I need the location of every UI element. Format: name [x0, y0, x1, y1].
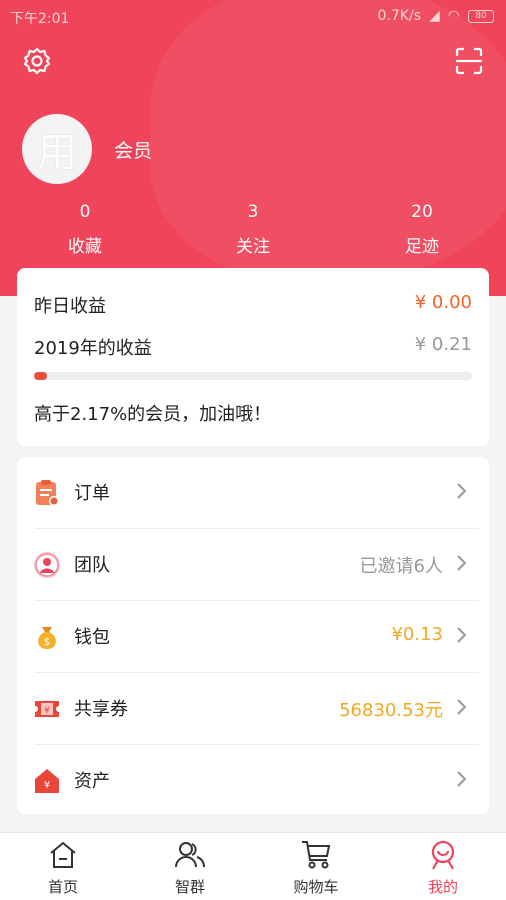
- stat-favorites-count: 0: [79, 202, 91, 222]
- bottom-tab-bar: 首页 智群 购物车 我的: [0, 832, 506, 900]
- tab-mine[interactable]: 我的: [380, 833, 506, 900]
- money-bag-icon: $: [33, 623, 61, 651]
- settings-gear-icon[interactable]: [20, 44, 54, 78]
- menu-item-orders[interactable]: 订单: [17, 457, 489, 529]
- earnings-rank-note: 高于2.17%的会员，加油哦！: [34, 404, 272, 425]
- tab-cart[interactable]: 购物车: [253, 833, 379, 900]
- status-time: 下午2:01: [10, 11, 70, 27]
- scan-icon[interactable]: [452, 44, 486, 78]
- coupon-ticket-icon: ¥: [33, 695, 61, 723]
- stat-footprints-count: 20: [411, 202, 433, 222]
- menu-item-team-label: 团队: [74, 555, 110, 576]
- shopping-cart-icon: [302, 841, 331, 869]
- tab-groups[interactable]: 智群: [127, 833, 253, 900]
- menu-item-assets-label: 资产: [74, 771, 110, 792]
- stat-favorites[interactable]: 0 收藏: [25, 202, 145, 257]
- earnings-card: 昨日收益 ¥ 0.00 2019年的收益 ¥ 0.21 高于2.17%的会员，加…: [17, 268, 489, 446]
- chevron-right-icon: [457, 771, 467, 787]
- stat-footprints-label: 足迹: [405, 237, 439, 257]
- avatar[interactable]: 用: [22, 114, 92, 184]
- year-earnings-label: 2019年的收益: [34, 338, 152, 359]
- svg-text:¥: ¥: [44, 780, 50, 791]
- tab-home-label: 首页: [47, 878, 78, 896]
- year-earnings-value: ¥ 0.21: [414, 334, 472, 355]
- stat-favorites-label: 收藏: [68, 237, 102, 257]
- svg-text:$: $: [44, 637, 50, 648]
- assets-house-icon: ¥: [33, 767, 61, 795]
- stat-following-label: 关注: [236, 237, 270, 257]
- svg-text:¥: ¥: [44, 706, 50, 716]
- profile-face-icon: [431, 840, 455, 870]
- chevron-right-icon: [457, 699, 467, 715]
- earnings-progress-bar: [34, 372, 472, 380]
- order-clipboard-icon: [33, 479, 61, 507]
- menu-item-coupons-value: 56830.53元: [339, 700, 443, 721]
- stat-following-count: 3: [247, 202, 259, 222]
- menu-item-wallet-value: ¥0.13: [391, 624, 443, 645]
- team-user-icon: [33, 551, 61, 579]
- wifi-icon: ◠: [447, 8, 460, 24]
- chevron-right-icon: [457, 627, 467, 643]
- menu-item-team[interactable]: 团队 已邀请6人: [17, 529, 489, 601]
- home-icon: [50, 841, 76, 868]
- menu-item-orders-label: 订单: [74, 483, 110, 504]
- network-speed: 0.7K/s: [377, 8, 421, 24]
- earnings-progress-fill: [34, 372, 48, 380]
- yesterday-earnings-value: ¥ 0.00: [414, 292, 472, 313]
- menu-list: 订单 团队 已邀请6人 $ 钱包 ¥0.13 ¥ 共享券 56830.53元 ¥…: [17, 457, 489, 814]
- menu-item-team-value: 已邀请6人: [359, 556, 443, 577]
- group-users-icon: [175, 842, 205, 868]
- stats-row: 0 收藏 3 关注 20 足迹: [0, 202, 506, 262]
- menu-item-assets[interactable]: ¥ 资产: [17, 745, 489, 817]
- chevron-right-icon: [457, 483, 467, 499]
- stat-footprints[interactable]: 20 足迹: [362, 202, 482, 257]
- battery-icon: 80: [468, 9, 494, 23]
- yesterday-earnings-label: 昨日收益: [34, 296, 106, 317]
- menu-item-coupons[interactable]: ¥ 共享券 56830.53元: [17, 673, 489, 745]
- signal-icon: ◢: [429, 8, 440, 24]
- tab-cart-label: 购物车: [293, 878, 339, 896]
- username: 会员: [114, 140, 153, 162]
- status-bar: 下午2:01 0.7K/s ◢ ◠ 80: [0, 0, 506, 34]
- chevron-right-icon: [457, 555, 467, 571]
- profile-header: 下午2:01 0.7K/s ◢ ◠ 80 用 会员 0 收藏 3 关注 20 足…: [0, 0, 506, 296]
- menu-item-wallet[interactable]: $ 钱包 ¥0.13: [17, 601, 489, 673]
- tab-groups-label: 智群: [174, 878, 205, 896]
- menu-item-coupons-label: 共享券: [74, 699, 128, 720]
- tab-home[interactable]: 首页: [0, 833, 126, 900]
- menu-item-wallet-label: 钱包: [74, 627, 110, 648]
- stat-following[interactable]: 3 关注: [193, 202, 313, 257]
- tab-mine-label: 我的: [427, 878, 458, 896]
